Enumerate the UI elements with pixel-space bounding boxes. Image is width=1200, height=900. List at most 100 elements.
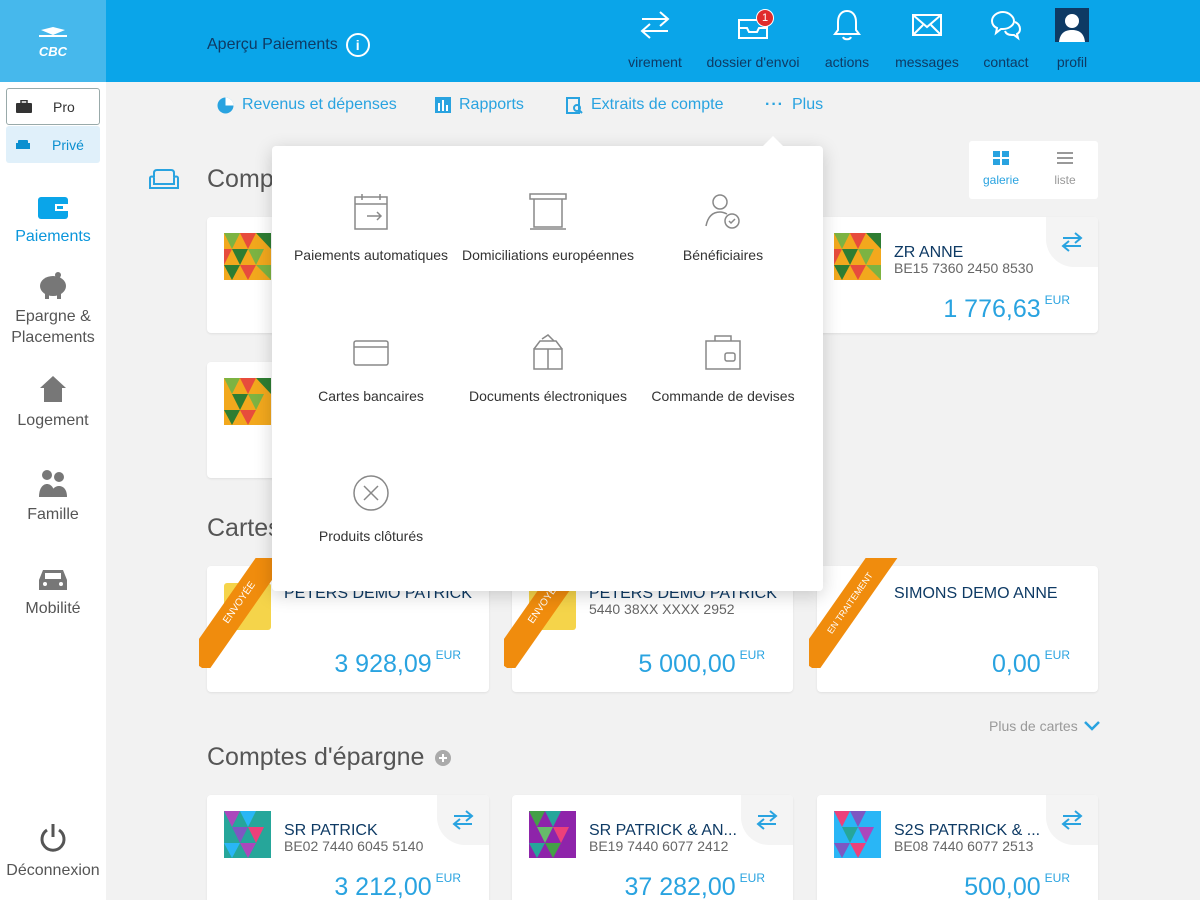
sidebar-item-housing[interactable]: Logement xyxy=(0,372,106,431)
pie-chart-icon xyxy=(217,97,234,113)
sidebar-item-savings[interactable]: Epargne & Placements xyxy=(0,268,106,348)
savings-card[interactable]: S2S PATRRICK & ... BE08 7440 6077 2513 5… xyxy=(817,795,1098,900)
section-title-savings-text: Comptes d'épargne xyxy=(207,743,425,771)
sidebar-item-mobility[interactable]: Mobilité xyxy=(0,560,106,619)
logout-button[interactable]: Déconnexion xyxy=(0,822,106,880)
chat-icon xyxy=(990,10,1022,41)
menu-item-european-direct-debits[interactable]: Domiciliations européennes xyxy=(460,192,636,265)
cbc-logo-text: CBC xyxy=(38,44,68,59)
menu-item-closed-products[interactable]: Produits clôturés xyxy=(283,473,459,546)
currency-label: EUR xyxy=(1044,871,1070,885)
amount-value: 500,00 xyxy=(964,873,1041,900)
page-title-text: Aperçu Paiements xyxy=(207,36,338,53)
menu-item-currency-order[interactable]: Commande de devises xyxy=(635,333,811,406)
currency-wallet-icon xyxy=(705,335,741,370)
transfer-button[interactable] xyxy=(437,795,489,845)
topnav-transfer[interactable]: virement xyxy=(605,8,705,70)
savings-card[interactable]: SR PATRICK BE02 7440 6045 5140 3 212,00 E… xyxy=(207,795,489,900)
transfer-button[interactable] xyxy=(1046,795,1098,845)
menu-item-beneficiaries[interactable]: Bénéficiaires xyxy=(635,192,811,265)
topnav-label: dossier d'envoi xyxy=(706,54,800,70)
family-icon xyxy=(39,470,67,497)
logout-label: Déconnexion xyxy=(6,862,100,879)
currency-label: EUR xyxy=(739,871,765,885)
transfer-icon xyxy=(452,810,474,830)
credit-card-icon xyxy=(353,340,389,366)
menu-item-label: Documents électroniques xyxy=(469,388,627,404)
sidebar-item-label: Famille xyxy=(27,506,79,523)
currency-label: EUR xyxy=(1044,293,1070,307)
account-iban: BE15 7360 2450 8530 xyxy=(894,260,1034,276)
section-title-accounts: Comp xyxy=(207,165,274,193)
account-balance: 37 282,00 EUR xyxy=(624,871,765,900)
transfer-icon xyxy=(756,810,778,830)
subnav-label: Revenus et dépenses xyxy=(242,96,397,113)
account-card[interactable]: ZR ANNE BE15 7360 2450 8530 1 776,63 EUR xyxy=(817,217,1098,333)
more-cards-link[interactable]: Plus de cartes xyxy=(989,718,1100,734)
account-pattern-icon xyxy=(834,233,881,280)
topnav-profile[interactable]: profil xyxy=(1022,8,1122,70)
savings-pattern-icon xyxy=(529,811,576,858)
user-check-icon xyxy=(705,194,740,229)
menu-item-label: Bénéficiaires xyxy=(682,247,764,263)
account-balance: 500,00 EUR xyxy=(964,871,1070,900)
view-list-label: liste xyxy=(1054,173,1076,187)
subnav-label: Extraits de compte xyxy=(591,96,724,113)
power-icon xyxy=(40,824,66,852)
sidebar-item-payments[interactable]: Paiements xyxy=(0,188,106,247)
menu-item-label: Paiements automatiques xyxy=(293,247,449,263)
savings-card[interactable]: SR PATRICK & AN... BE19 7440 6077 2412 3… xyxy=(512,795,793,900)
menu-item-label: Commande de devises xyxy=(651,388,795,404)
menu-item-label: Cartes bancaires xyxy=(318,388,424,404)
currency-label: EUR xyxy=(1044,648,1070,662)
menu-item-electronic-documents[interactable]: Documents électroniques xyxy=(460,333,636,406)
account-pattern-icon xyxy=(224,378,271,425)
info-icon[interactable]: i xyxy=(345,33,370,57)
segment-pro-label: Pro xyxy=(53,98,75,115)
transfer-button[interactable] xyxy=(1046,217,1098,267)
account-pattern-icon xyxy=(224,233,271,280)
sidebar-item-label: Paiements xyxy=(15,228,91,245)
view-gallery-button[interactable]: galerie xyxy=(969,151,1033,187)
bank-card[interactable]: SIMONS DEMO ANNE EN TRAITEMENT 0,00 EUR xyxy=(809,558,1098,692)
wallet-icon xyxy=(38,197,68,219)
savings-pattern-icon xyxy=(834,811,881,858)
open-box-icon xyxy=(533,334,563,370)
menu-item-label: Produits clôturés xyxy=(318,528,424,544)
topnav-label: messages xyxy=(895,54,959,70)
currency-label: EUR xyxy=(435,871,461,885)
sidebar-item-family[interactable]: Famille xyxy=(0,466,106,525)
menu-item-bank-cards[interactable]: Cartes bancaires xyxy=(283,333,459,406)
currency-label: EUR xyxy=(435,648,461,662)
subnav-more[interactable]: ··· Plus xyxy=(765,96,823,114)
dots-icon: ··· xyxy=(765,96,784,113)
topnav-outbox[interactable]: 1 dossier d'envoi xyxy=(703,8,803,70)
section-title-savings: Comptes d'épargne xyxy=(207,743,452,772)
amount-value: 5 000,00 xyxy=(638,650,736,678)
segment-prive-label: Privé xyxy=(52,136,84,153)
subnav-income-expenses[interactable]: Revenus et dépenses xyxy=(217,96,397,114)
amount-value: 3 928,09 xyxy=(334,650,432,678)
section-title-cards: Cartes xyxy=(207,514,281,542)
card-balance: 5 000,00 EUR xyxy=(638,648,765,679)
sidebar-item-label: Epargne & Placements xyxy=(11,308,95,346)
subnav-statements[interactable]: Extraits de compte xyxy=(566,96,724,114)
menu-item-automatic-payments[interactable]: Paiements automatiques xyxy=(283,192,459,265)
chevron-down-icon xyxy=(1083,721,1100,731)
piggy-bank-icon xyxy=(40,272,66,299)
currency-label: EUR xyxy=(739,648,765,662)
transfer-button[interactable] xyxy=(741,795,793,845)
bar-chart-icon xyxy=(435,97,451,113)
add-circle-icon[interactable] xyxy=(434,749,452,767)
subnav-reports[interactable]: Rapports xyxy=(435,96,524,114)
card-holder: SIMONS DEMO ANNE xyxy=(894,585,1058,602)
view-list-button[interactable]: liste xyxy=(1033,151,1097,187)
segment-pro[interactable]: Pro xyxy=(6,88,100,125)
statement-icon xyxy=(566,96,583,114)
transfer-icon xyxy=(1061,232,1083,252)
segment-prive[interactable]: Privé xyxy=(6,126,100,163)
transfer-icon xyxy=(640,11,670,39)
savings-pattern-icon xyxy=(224,811,271,858)
briefcase-icon xyxy=(16,99,32,113)
cbc-logo[interactable]: CBC xyxy=(0,0,106,82)
